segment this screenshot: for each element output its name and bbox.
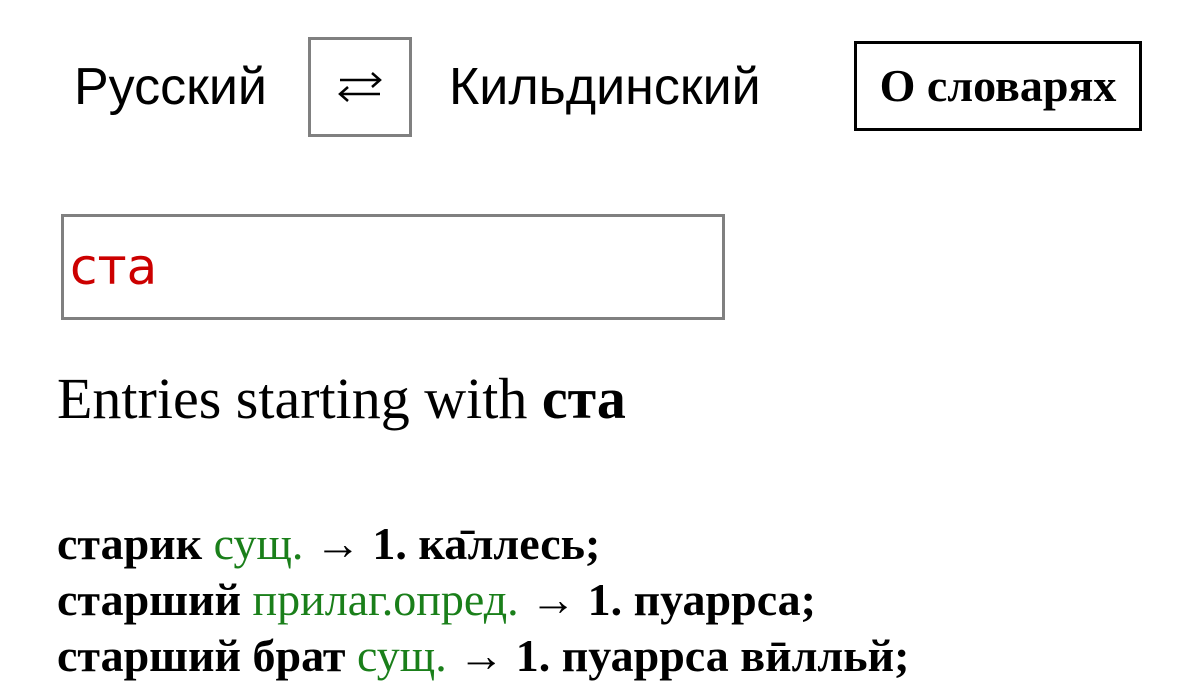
entry-list: старик сущ. → 1. ка̄ллесь; старший прила… — [57, 516, 909, 684]
entry-row[interactable]: старший прилаг.опред. → 1. пуаррса; — [57, 572, 909, 628]
entry-translation: 1. ка̄ллесь; — [372, 518, 601, 569]
target-language-label[interactable]: Кильдинский — [449, 56, 761, 118]
entry-arrow: → — [314, 518, 361, 569]
entry-row[interactable]: старший брат сущ. → 1. пуаррса вӣлльй; — [57, 628, 909, 684]
entry-part-of-speech: сущ. — [357, 630, 447, 681]
entry-part-of-speech: сущ. — [213, 518, 304, 569]
entry-headword[interactable]: старик — [57, 518, 202, 569]
results-heading-prefix: Entries starting with — [57, 366, 528, 431]
swap-languages-button[interactable] — [308, 37, 412, 137]
entry-row[interactable]: старик сущ. → 1. ка̄ллесь; — [57, 516, 909, 572]
source-language-label[interactable]: Русский — [74, 56, 267, 118]
results-heading: Entries starting with ста — [57, 364, 626, 434]
entry-arrow: → — [458, 630, 505, 681]
search-input[interactable] — [61, 214, 725, 320]
entry-part-of-speech: прилаг.опред. — [252, 574, 519, 625]
entry-headword[interactable]: старший брат — [57, 630, 346, 681]
entry-headword[interactable]: старший — [57, 574, 241, 625]
language-bar: Русский Кильдинский О словарях — [0, 0, 1194, 170]
entry-translation: 1. пуаррса; — [587, 574, 816, 625]
swap-arrows-icon — [338, 72, 382, 102]
entry-arrow: → — [530, 574, 577, 625]
entry-translation: 1. пуаррса вӣлльй; — [515, 630, 910, 681]
about-dictionaries-button[interactable]: О словарях — [854, 41, 1142, 131]
results-heading-term: ста — [541, 366, 626, 431]
